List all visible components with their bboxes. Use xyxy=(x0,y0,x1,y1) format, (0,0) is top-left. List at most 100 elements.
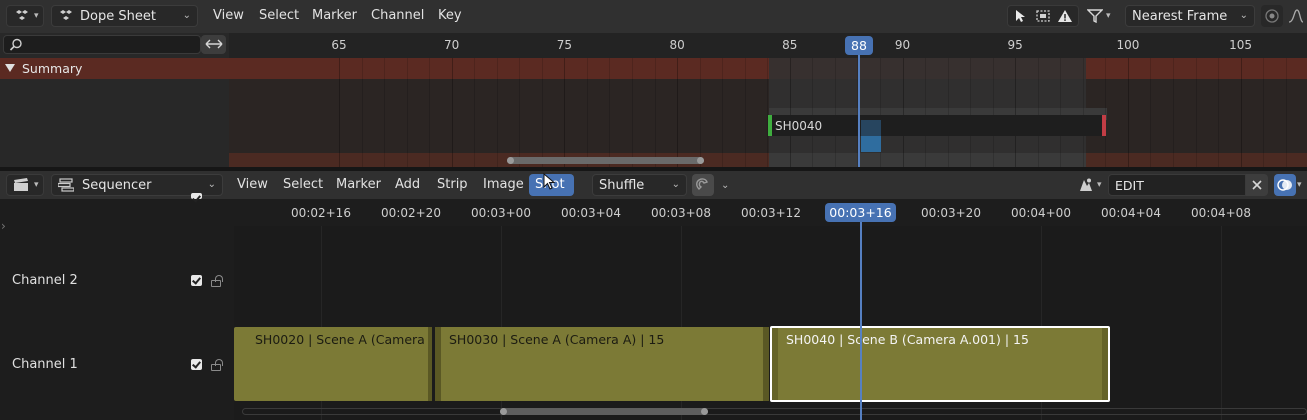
proportional-edit-toggle[interactable] xyxy=(1261,5,1283,27)
ruler-time-label: 00:04+00 xyxy=(1011,206,1071,220)
scene-name-input[interactable] xyxy=(1115,176,1240,194)
grid-line xyxy=(1221,226,1222,420)
grid-line xyxy=(970,58,972,167)
strip-selected[interactable]: SH0040 | Scene B (Camera A.001) | 15 xyxy=(770,326,1110,402)
overlap-mode-label: Shuffle xyxy=(599,177,645,193)
current-frame-indicator[interactable]: 88 xyxy=(845,36,873,55)
scrollbar-handle-left[interactable] xyxy=(500,408,507,415)
swap-filter-button[interactable] xyxy=(201,35,226,54)
snapping-options-button[interactable]: ⌄ xyxy=(716,174,736,196)
snap-select-label: Nearest Frame xyxy=(1132,8,1228,24)
menu-channel[interactable]: Channel xyxy=(365,5,430,27)
scrollbar-handle-left[interactable] xyxy=(507,157,514,164)
strip-handle[interactable] xyxy=(772,328,778,400)
dopesheet-timeline[interactable]: 65 70 75 80 85 90 95 100 105 SH0040 88 xyxy=(229,33,1307,167)
menu-select[interactable]: Select xyxy=(277,174,329,196)
dopesheet-editor-icon xyxy=(13,9,31,23)
ruler-frame-label: 75 xyxy=(556,38,573,52)
filter-button[interactable]: ▾ xyxy=(1083,5,1119,27)
grid-line xyxy=(1037,58,1039,167)
menu-image[interactable]: Image xyxy=(477,174,530,196)
chevron-down-icon: ▾ xyxy=(1106,11,1111,21)
channel-row-2[interactable]: Channel 2 xyxy=(0,265,234,297)
mute-checkbox[interactable] xyxy=(191,193,202,199)
ruler-time-label: 00:03+20 xyxy=(921,206,981,220)
scrollbar-handle-right[interactable] xyxy=(701,408,708,415)
editor-type-button[interactable]: ▾ xyxy=(6,174,44,196)
strip-handle[interactable] xyxy=(435,327,441,401)
strip-label: SH0020 | Scene A (Camera xyxy=(255,332,425,347)
menu-key[interactable]: Key xyxy=(432,5,468,27)
playhead-line[interactable] xyxy=(858,45,860,167)
dopesheet-ruler[interactable] xyxy=(229,33,1307,58)
strip[interactable]: SH0020 | Scene A (Camera xyxy=(234,327,432,401)
menu-marker[interactable]: Marker xyxy=(330,174,387,196)
strip-handle[interactable] xyxy=(763,327,769,401)
falloff-curve-icon xyxy=(1288,9,1304,23)
shot-end-handle[interactable] xyxy=(1102,115,1106,136)
sequencer-channel-region xyxy=(0,199,234,420)
channel-label: Channel 1 xyxy=(12,357,78,372)
menu-view[interactable]: View xyxy=(231,174,274,196)
ruler-time-label: 00:04+04 xyxy=(1101,206,1161,220)
horizontal-scrollbar[interactable] xyxy=(507,157,704,164)
strip[interactable]: SH0030 | Scene A (Camera A) | 15 xyxy=(435,327,769,401)
strip-handle[interactable] xyxy=(1102,328,1108,400)
ruler-time-label: 00:03+08 xyxy=(651,206,711,220)
horizontal-scrollbar-track[interactable] xyxy=(242,408,1307,415)
menu-select[interactable]: Select xyxy=(253,5,305,27)
channel-row-1[interactable]: Channel 1 xyxy=(0,349,234,381)
editor-type-button[interactable]: ▾ xyxy=(6,5,44,27)
menu-view[interactable]: View xyxy=(207,5,250,27)
grid-line xyxy=(1240,58,1242,167)
scene-selector-button[interactable]: ▾ xyxy=(1074,174,1108,196)
overlay-options-button[interactable]: ▾ xyxy=(1296,174,1307,196)
grid-line xyxy=(1015,58,1017,167)
grid-line xyxy=(429,58,431,167)
playhead-line[interactable] xyxy=(860,213,862,420)
snapping-toggle[interactable] xyxy=(692,174,714,196)
overlap-mode-select[interactable]: Shuffle ⌄ xyxy=(592,174,687,196)
menu-strip[interactable]: Strip xyxy=(431,174,474,196)
current-frame-label: 88 xyxy=(851,38,867,53)
menu-marker[interactable]: Marker xyxy=(306,5,363,27)
falloff-button[interactable] xyxy=(1285,5,1307,27)
cursor-icon[interactable] xyxy=(1013,9,1027,23)
channel-search-field[interactable] xyxy=(3,35,201,54)
shot-bar[interactable]: SH0040 xyxy=(768,115,1106,136)
warning-icon[interactable] xyxy=(1057,9,1073,23)
ruler-time-label: 00:02+16 xyxy=(291,206,351,220)
clapperboard-icon xyxy=(13,178,31,192)
snap-select[interactable]: Nearest Frame ⌄ xyxy=(1125,5,1255,27)
grid-line xyxy=(767,58,769,167)
scene-name-field[interactable] xyxy=(1108,174,1246,196)
lock-icon[interactable] xyxy=(211,275,223,287)
chevron-down-icon: ⌄ xyxy=(182,10,191,21)
unlink-scene-button[interactable] xyxy=(1246,174,1268,196)
chevron-down-icon: ▾ xyxy=(1097,180,1102,190)
lock-icon[interactable] xyxy=(211,359,223,371)
ruler-time-label: 00:03+12 xyxy=(741,206,801,220)
grid-line xyxy=(1195,58,1197,167)
current-time-indicator[interactable]: 00:03+16 xyxy=(825,203,896,222)
mute-checkbox[interactable] xyxy=(191,359,202,370)
sequencer-timeline[interactable]: 00:02+16 00:02+20 00:03+00 00:03+04 00:03+08… xyxy=(234,199,1307,420)
sidebar-expand-arrow-icon[interactable]: › xyxy=(1,219,6,233)
scrollbar-handle-right[interactable] xyxy=(697,157,704,164)
mode-select[interactable]: Dope Sheet ⌄ xyxy=(51,5,198,27)
box-select-icon[interactable] xyxy=(1035,9,1051,23)
overlay-toggle[interactable] xyxy=(1274,174,1296,196)
shot-start-handle[interactable] xyxy=(768,115,772,136)
grid-line xyxy=(496,58,498,167)
search-input[interactable] xyxy=(26,37,196,52)
channel-label: Channel 2 xyxy=(12,273,78,288)
selected-keyframe-block[interactable] xyxy=(861,136,881,152)
strip-handle[interactable] xyxy=(428,327,432,401)
summary-channel[interactable]: Summary xyxy=(0,58,229,79)
menu-add[interactable]: Add xyxy=(389,174,426,196)
grid-line xyxy=(519,58,521,167)
mute-checkbox[interactable] xyxy=(191,275,202,286)
horizontal-scrollbar[interactable] xyxy=(500,408,708,415)
grid-line xyxy=(789,58,791,167)
strip-label: SH0030 | Scene A (Camera A) | 15 xyxy=(449,332,665,347)
